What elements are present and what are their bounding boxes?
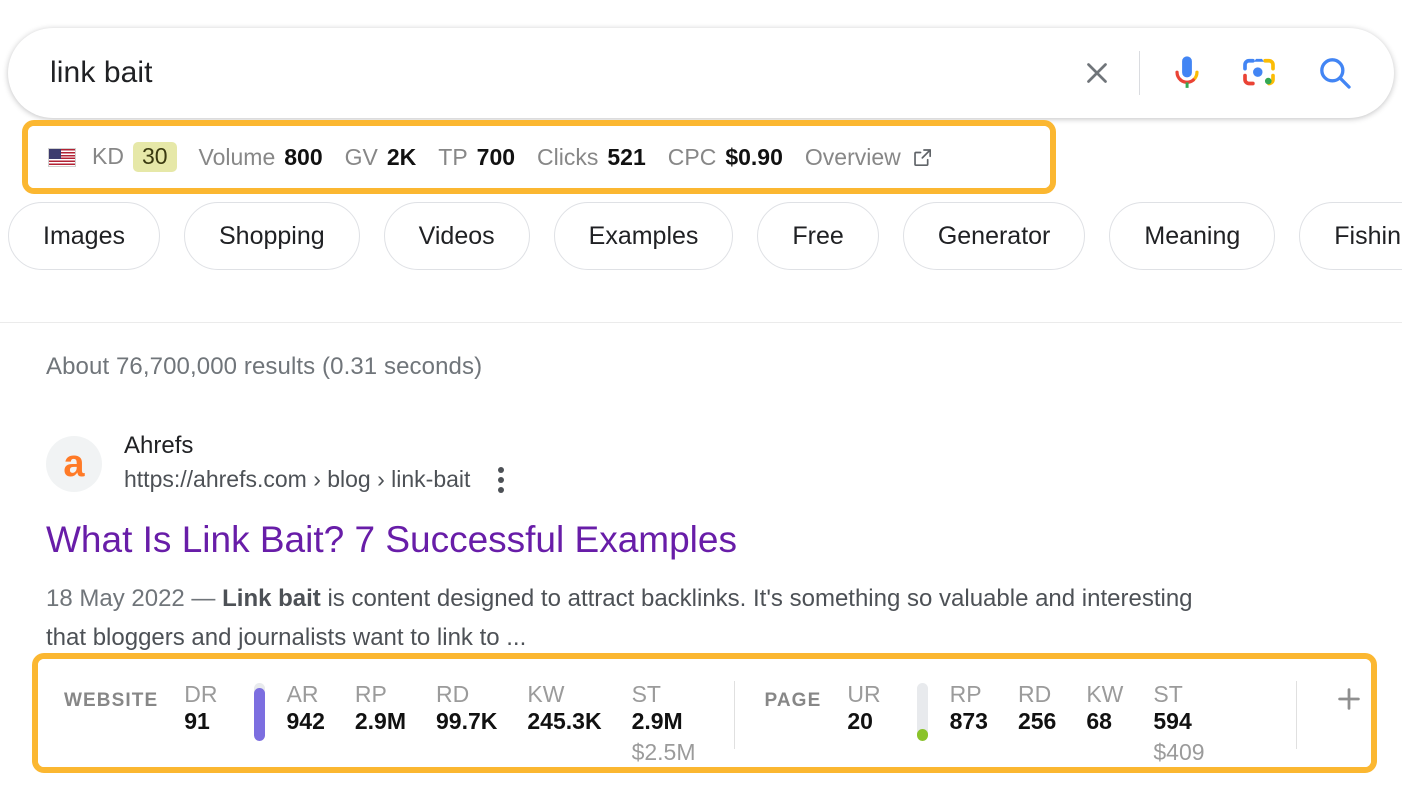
website-metric-rd[interactable]: RD 99.7K	[436, 681, 497, 736]
result-site-name: Ahrefs	[124, 432, 512, 460]
page-metric-rp-label: RP	[950, 681, 988, 708]
keyword-overview-label: Overview	[805, 144, 901, 171]
keyword-metric-kd-value: 30	[133, 142, 177, 171]
snippet-date: 18 May 2022 —	[46, 585, 222, 612]
page-metric-rd-label: RD	[1018, 681, 1056, 708]
close-icon[interactable]	[1071, 47, 1123, 99]
page-metric-kw-value: 68	[1086, 708, 1123, 736]
website-metric-kw-label: KW	[527, 681, 601, 708]
page-metric-rd[interactable]: RD 256	[1018, 681, 1056, 736]
keyword-metric-tp[interactable]: TP 700	[438, 144, 515, 171]
page-metric-st-label: ST	[1153, 681, 1204, 708]
google-lens-icon[interactable]	[1228, 45, 1290, 101]
us-flag-icon	[48, 148, 76, 167]
page-metric-ur-value: 20	[847, 708, 880, 736]
website-metric-kw[interactable]: KW 245.3K	[527, 681, 601, 736]
website-metric-dr[interactable]: DR 91	[184, 681, 217, 736]
website-metric-kw-value: 245.3K	[527, 708, 601, 736]
website-metric-dr-label: DR	[184, 681, 217, 708]
keyword-metric-gv-label: GV	[345, 144, 378, 171]
chip-generator[interactable]: Generator	[903, 202, 1086, 270]
page-metric-st-value: 594	[1153, 708, 1204, 736]
keyword-metric-gv-value: 2K	[387, 144, 416, 171]
website-metric-dr-value: 91	[184, 708, 217, 736]
keyword-metric-cpc[interactable]: CPC $0.90	[668, 144, 783, 171]
website-metric-ar-value: 942	[287, 708, 325, 736]
chip-free[interactable]: Free	[757, 202, 878, 270]
page-metric-st-traffic-value: $409	[1153, 736, 1204, 769]
ahrefs-serp-metrics-bar: WEBSITE DR 91 AR 942 RP 2.9M RD 99.7K KW…	[38, 659, 1371, 767]
website-metric-ar[interactable]: AR 942	[287, 681, 325, 736]
website-metric-rd-label: RD	[436, 681, 497, 708]
chip-meaning[interactable]: Meaning	[1109, 202, 1275, 270]
keyword-metric-clicks-value: 521	[607, 144, 645, 171]
keyword-metric-volume-label: Volume	[199, 144, 276, 171]
snippet-keyword: Link bait	[222, 585, 321, 612]
search-divider	[1139, 51, 1140, 95]
website-metric-st-value: 2.9M	[632, 708, 696, 736]
website-metric-st[interactable]: ST 2.9M $2.5M	[632, 681, 696, 769]
external-link-icon	[911, 146, 934, 169]
page-metric-st[interactable]: ST 594 $409	[1153, 681, 1204, 769]
keyword-metric-clicks[interactable]: Clicks 521	[537, 144, 646, 171]
website-metric-rp-value: 2.9M	[355, 708, 406, 736]
keyword-metric-kd[interactable]: KD 30	[92, 142, 177, 171]
keyword-metric-volume[interactable]: Volume 800	[199, 144, 323, 171]
result-url[interactable]: https://ahrefs.com › blog › link-bait	[124, 466, 470, 492]
serp-add-divider	[1296, 681, 1297, 749]
result-stats: About 76,700,000 results (0.31 seconds)	[46, 353, 482, 381]
search-icon[interactable]	[1304, 45, 1366, 101]
keyword-metric-clicks-label: Clicks	[537, 144, 598, 171]
page-ur-gauge	[917, 683, 928, 741]
page-metric-ur[interactable]: UR 20	[847, 681, 880, 736]
chip-images[interactable]: Images	[8, 202, 160, 270]
result-site-meta: Ahrefs https://ahrefs.com › blog › link-…	[124, 432, 512, 496]
search-result-item: a Ahrefs https://ahrefs.com › blog › lin…	[46, 432, 1296, 658]
keyword-metric-cpc-value: $0.90	[725, 144, 783, 171]
add-metric-button[interactable]	[1327, 677, 1371, 721]
website-metric-rp[interactable]: RP 2.9M	[355, 681, 406, 736]
website-group-label: WEBSITE	[64, 681, 158, 712]
website-metric-st-label: ST	[632, 681, 696, 708]
page-metric-ur-label: UR	[847, 681, 880, 708]
ahrefs-favicon-icon: a	[46, 436, 102, 492]
ahrefs-keyword-metrics-highlight: KD 30 Volume 800 GV 2K TP 700 Clicks 521…	[22, 120, 1056, 194]
chip-shopping[interactable]: Shopping	[184, 202, 360, 270]
website-dr-gauge	[254, 683, 265, 741]
keyword-metric-tp-value: 700	[477, 144, 515, 171]
search-input[interactable]	[50, 56, 1071, 90]
result-snippet: 18 May 2022 — Link bait is content desig…	[46, 580, 1211, 658]
chip-fishing[interactable]: Fishing	[1299, 202, 1402, 270]
keyword-overview-link[interactable]: Overview	[805, 144, 934, 171]
keyword-metric-gv[interactable]: GV 2K	[345, 144, 417, 171]
page-metric-rd-value: 256	[1018, 708, 1056, 736]
search-filter-chips: Images Shopping Videos Examples Free Gen…	[0, 201, 1402, 271]
chip-examples[interactable]: Examples	[554, 202, 734, 270]
keyword-metric-tp-label: TP	[438, 144, 467, 171]
website-metric-ar-label: AR	[287, 681, 325, 708]
result-site-row: a Ahrefs https://ahrefs.com › blog › lin…	[46, 432, 1296, 496]
search-bar[interactable]	[8, 28, 1394, 118]
serp-section-divider	[734, 681, 735, 749]
page-metric-kw-label: KW	[1086, 681, 1123, 708]
keyword-metric-kd-label: KD	[92, 143, 124, 170]
page-metric-kw[interactable]: KW 68	[1086, 681, 1123, 736]
result-url-row: https://ahrefs.com › blog › link-bait	[124, 464, 512, 496]
page-metric-rp[interactable]: RP 873	[950, 681, 988, 736]
chip-videos[interactable]: Videos	[384, 202, 530, 270]
keyword-metric-volume-value: 800	[284, 144, 322, 171]
page-group-label: PAGE	[765, 681, 822, 712]
microphone-icon[interactable]	[1156, 45, 1218, 101]
result-title-link[interactable]: What Is Link Bait? 7 Successful Examples	[46, 518, 1296, 562]
ahrefs-serp-metrics-highlight: WEBSITE DR 91 AR 942 RP 2.9M RD 99.7K KW…	[32, 653, 1377, 773]
website-metric-st-traffic-value: $2.5M	[632, 736, 696, 769]
website-metric-rp-label: RP	[355, 681, 406, 708]
header-divider	[0, 322, 1402, 323]
page-metric-rp-value: 873	[950, 708, 988, 736]
kebab-menu-icon[interactable]	[490, 464, 512, 496]
ahrefs-keyword-metrics-bar: KD 30 Volume 800 GV 2K TP 700 Clicks 521…	[28, 126, 1050, 188]
website-metric-rd-value: 99.7K	[436, 708, 497, 736]
keyword-metric-cpc-label: CPC	[668, 144, 717, 171]
